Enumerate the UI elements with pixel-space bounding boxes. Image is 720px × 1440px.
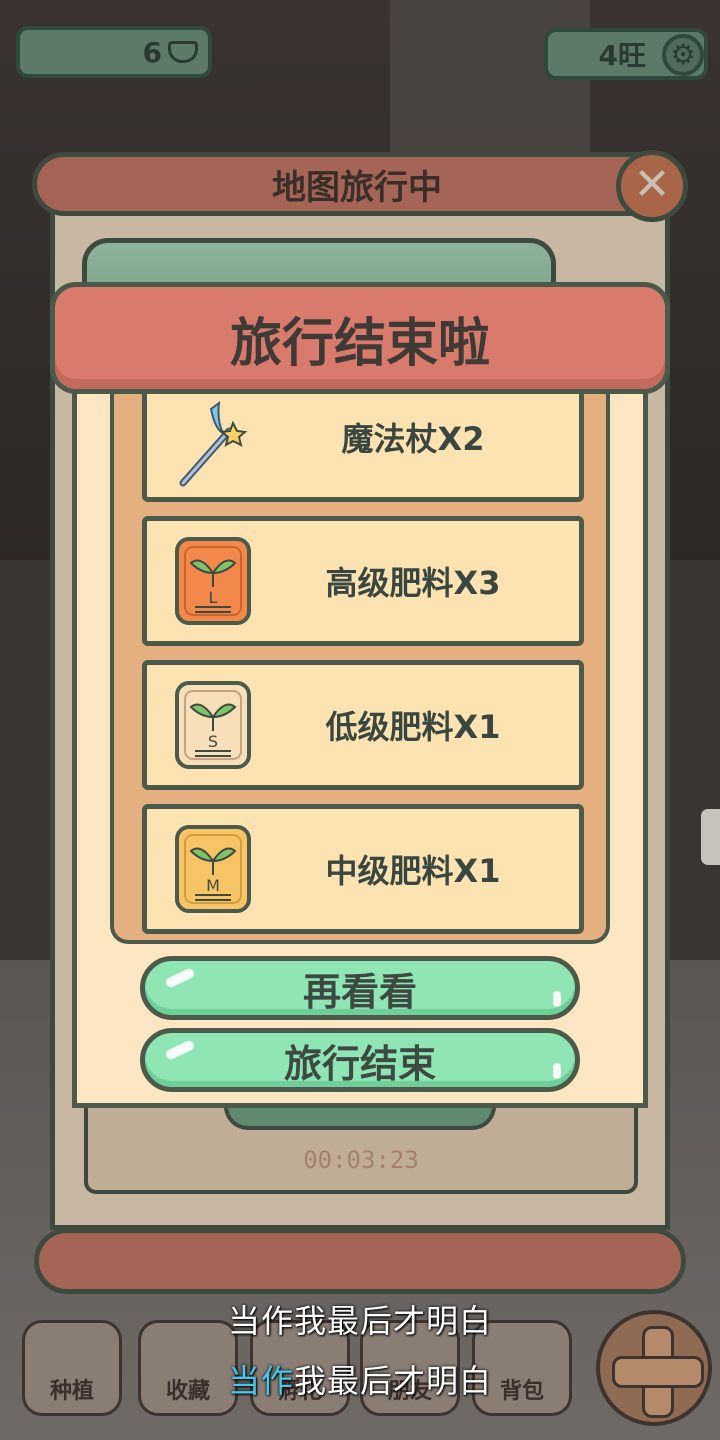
reward-list: 魔法杖X2 L 高级肥料X3 S 低级肥料X1 M 中级肥料X1 [110,392,610,944]
map-panel-footer [34,1228,686,1294]
end-travel-button[interactable]: 旅行结束 [140,1028,580,1092]
fertilizer-bag-M-icon: M [175,825,251,913]
end-travel-label: 旅行结束 [283,1041,436,1086]
svg-text:L: L [209,588,218,607]
fertilizer-bag-S-icon: S [175,681,251,769]
coin-count: 6 [142,35,162,69]
reward-item: M 中级肥料X1 [142,804,584,934]
magic-wand-icon [179,400,248,487]
look-again-label: 再看看 [302,969,417,1014]
reward-label: 低级肥料X1 [325,708,501,746]
reward-label: 中级肥料X1 [325,852,501,890]
ingot-icon [168,41,198,63]
fertilizer-bag-L-icon: L [175,537,251,625]
look-again-button[interactable]: 再看看 [140,956,580,1020]
wang-count: 4旺 [598,39,646,72]
svg-text:S: S [208,732,218,751]
travel-timer: 00:03:23 [303,1146,419,1174]
reward-item: L 高级肥料X3 [142,516,584,646]
lyric-highlight: 当作 [227,1362,294,1400]
lyric-rest: 我最后才明白 [294,1362,493,1400]
close-icon[interactable]: ✕ [616,150,688,222]
reward-label: 魔法杖X2 [341,420,485,458]
reward-item: S 低级肥料X1 [142,660,584,790]
background-window [390,0,590,160]
reward-item: 魔法杖X2 [142,392,584,502]
lyric-line-1: 当作我最后才明白 [227,1302,492,1340]
map-panel-title: 地图旅行中 [32,152,682,216]
modal-title: 旅行结束啦 [50,282,670,394]
svg-text:M: M [206,876,220,895]
gear-icon[interactable]: ⚙ [662,34,704,76]
lyric-line-2: 当作我最后才明白 [0,1356,720,1402]
side-expand-tab[interactable] [698,806,720,868]
reward-label: 高级肥料X3 [325,564,501,602]
coin-counter: 6 [16,26,212,78]
